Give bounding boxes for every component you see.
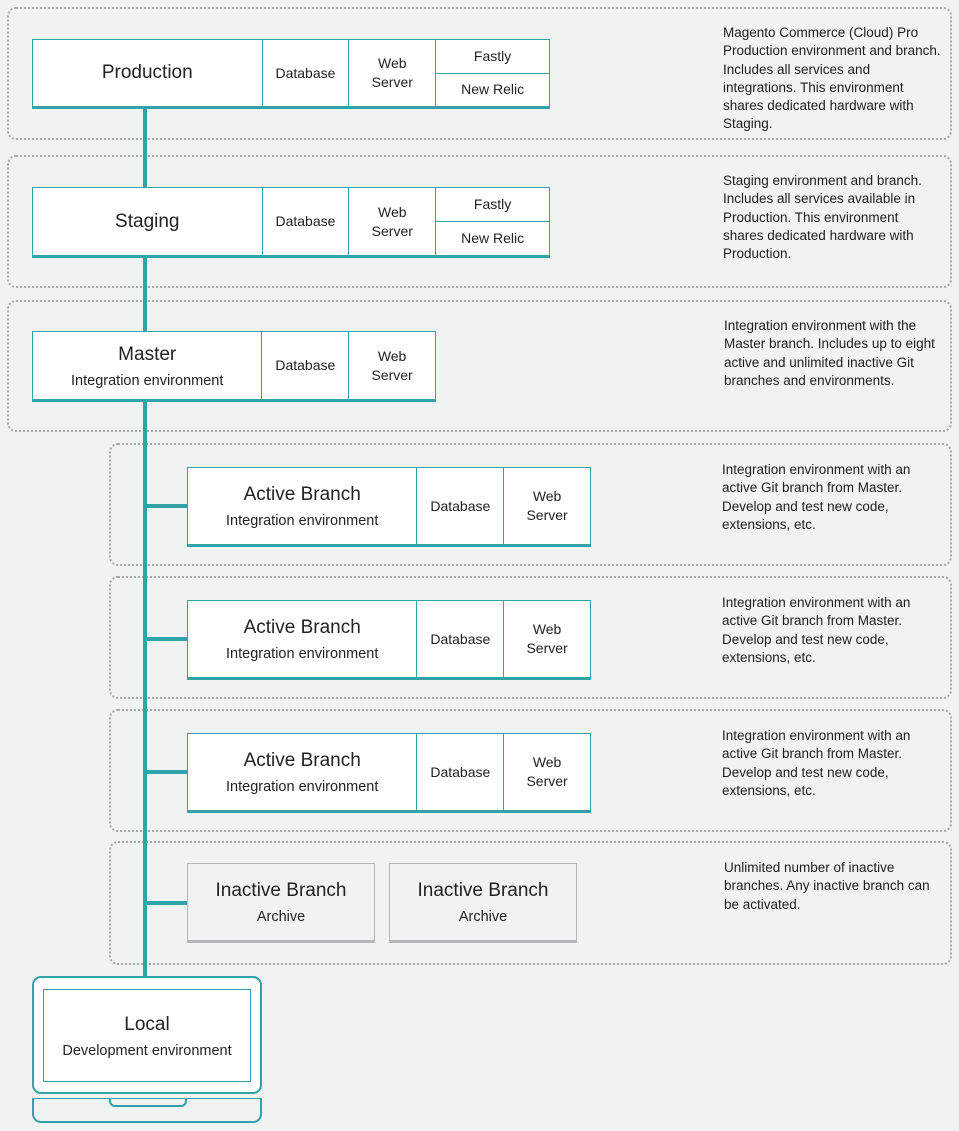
active-branch-environment[interactable]: Active Branch Integration environment Da… (187, 467, 591, 547)
active-branch-label-cell: Active Branch Integration environment (188, 468, 418, 544)
active-branch-description: Integration environment with an active G… (722, 728, 911, 798)
master-description: Integration environment with the Master … (724, 318, 935, 388)
web-server-service: Web Server (349, 188, 437, 255)
active-branch-subtitle: Integration environment (226, 646, 379, 662)
laptop-base-icon (32, 1098, 262, 1123)
fastly-service: Fastly (436, 188, 549, 222)
active-branch-title: Active Branch (243, 617, 361, 638)
inactive-branch-2[interactable]: Inactive Branch Archive (389, 863, 577, 943)
new-relic-service: New Relic (461, 230, 525, 246)
production-environment[interactable]: Production Database Web Server Fastly Ne… (32, 39, 550, 109)
local-title: Local (124, 1013, 170, 1035)
master-label-cell: Master Integration environment (33, 332, 263, 399)
local-subtitle: Development environment (62, 1042, 232, 1059)
new-relic-service: New Relic (461, 81, 525, 98)
database-service: Database (417, 601, 505, 677)
master-subtitle: Integration environment (71, 372, 224, 389)
inactive-branch-title: Inactive Branch (417, 880, 549, 901)
master-environment[interactable]: Master Integration environment Database … (32, 331, 436, 402)
database-service: Database (262, 332, 350, 399)
production-label-cell: Production (33, 40, 263, 106)
production-title: Production (101, 62, 193, 83)
inactive-branch-1[interactable]: Inactive Branch Archive (187, 863, 375, 943)
staging-title: Staging (115, 210, 180, 232)
active-branch-title: Active Branch (243, 484, 361, 505)
active-branch-environment[interactable]: Active Branch Integration environment Da… (187, 733, 591, 813)
local-environment: Local Development environment (43, 989, 251, 1082)
staging-description: Staging environment and branch. Includes… (723, 173, 922, 262)
connector-active-1 (145, 504, 188, 508)
connector-inactive (145, 901, 188, 905)
connector-active-3 (145, 770, 188, 774)
active-branch-label-cell: Active Branch Integration environment (188, 734, 418, 810)
web-server-service: Web Server (371, 347, 413, 383)
inactive-branch-subtitle: Archive (458, 909, 508, 925)
web-server-service: Web Server (526, 488, 568, 523)
web-server-service: Web Server (526, 621, 568, 656)
active-branch-subtitle: Integration environment (226, 779, 379, 795)
laptop-icon[interactable]: Local Development environment (32, 976, 262, 1094)
active-branch-label-cell: Active Branch Integration environment (188, 601, 418, 677)
fastly-service: Fastly (436, 40, 549, 74)
staging-label-cell: Staging (33, 188, 263, 255)
production-description: Magento Commerce (Cloud) Pro Production … (723, 25, 941, 132)
staging-environment[interactable]: Staging Database Web Server Fastly New R… (32, 187, 550, 258)
connector-active-2 (145, 637, 188, 641)
active-branch-description: Integration environment with an active G… (722, 462, 911, 532)
active-branch-description: Integration environment with an active G… (722, 595, 911, 665)
database-service: Database (417, 734, 505, 810)
inactive-branch-description: Unlimited number of inactive branches. A… (724, 860, 930, 912)
database-service: Database (263, 188, 350, 255)
master-title: Master (118, 343, 177, 365)
database-service: Database (417, 468, 505, 544)
active-branch-environment[interactable]: Active Branch Integration environment Da… (187, 600, 591, 680)
database-service: Database (263, 40, 350, 106)
web-server-service: Web Server (349, 40, 437, 106)
active-branch-subtitle: Integration environment (226, 513, 379, 529)
inactive-branch-title: Inactive Branch (215, 880, 347, 901)
inactive-branch-subtitle: Archive (256, 909, 306, 925)
web-server-service: Web Server (526, 754, 568, 789)
laptop-notch (109, 1099, 187, 1107)
active-branch-title: Active Branch (243, 750, 361, 771)
